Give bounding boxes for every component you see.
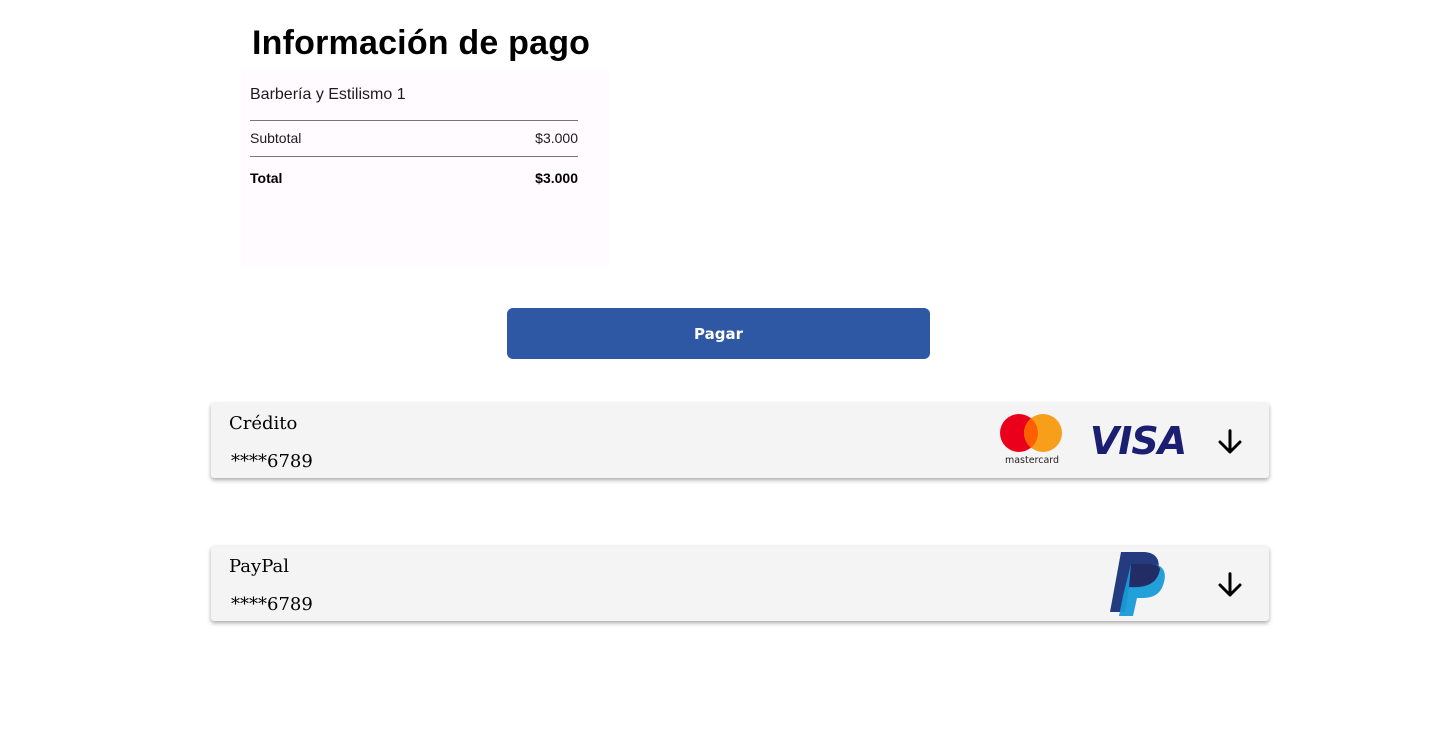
paypal-logo (1107, 550, 1169, 621)
subtotal-label: Subtotal (250, 130, 302, 146)
payment-method-name: PayPal (229, 556, 289, 577)
visa-wordmark: VISA (1090, 419, 1186, 461)
mastercard-wordmark: mastercard (1005, 455, 1059, 465)
business-name: Barbería y Estilismo 1 (250, 86, 406, 103)
payment-method-credit[interactable]: Crédito ****6789 mastercard VISA (211, 403, 1269, 478)
payment-method-name: Crédito (229, 413, 298, 434)
page-title: Información de pago (252, 24, 591, 62)
mastercard-logo: mastercard (997, 413, 1067, 470)
card-masked-number: ****6789 (231, 451, 313, 472)
subtotal-value: $3.000 (535, 130, 578, 146)
total-value: $3.000 (535, 170, 578, 186)
order-summary-card: Barbería y Estilismo 1 Subtotal $3.000 T… (242, 70, 610, 266)
payment-page: Información de pago Barbería y Estilismo… (0, 0, 1436, 740)
pay-button[interactable]: Pagar (507, 308, 930, 359)
payment-method-paypal[interactable]: PayPal ****6789 (211, 546, 1269, 621)
subtotal-row: Subtotal $3.000 (250, 130, 578, 146)
card-masked-number: ****6789 (231, 594, 313, 615)
summary-divider (250, 156, 578, 157)
expand-arrow-icon[interactable] (1211, 566, 1249, 604)
summary-divider (250, 120, 578, 121)
expand-arrow-icon[interactable] (1211, 423, 1249, 461)
total-row: Total $3.000 (250, 170, 578, 186)
total-label: Total (250, 170, 283, 186)
visa-logo: VISA (1085, 419, 1191, 466)
